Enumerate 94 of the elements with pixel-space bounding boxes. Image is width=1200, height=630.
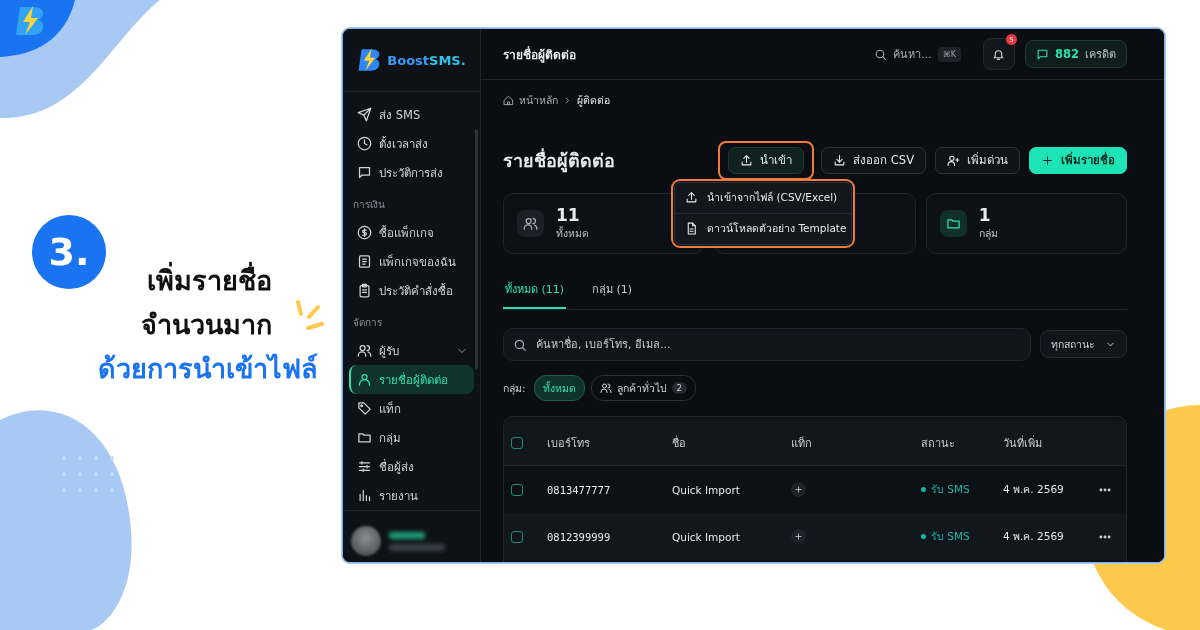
header-title: รายชื่อผู้ติดต่อ — [503, 45, 577, 64]
stat-label: กลุ่ม — [978, 225, 998, 242]
blurred-user-name — [389, 531, 445, 551]
chat-bubble-icon — [1036, 47, 1049, 61]
people-icon — [599, 382, 612, 394]
sidebar-item[interactable]: ซื้อแพ็กเกจ — [349, 218, 474, 247]
dollar-icon — [357, 225, 372, 240]
table-cell-text: 4 พ.ค. 2569 — [1003, 529, 1065, 544]
column-header: สถานะ — [921, 436, 956, 452]
tab[interactable]: ทั้งหมด (11) — [503, 280, 567, 309]
sidebar-item[interactable]: รายชื่อผู้ติดต่อ — [349, 365, 474, 394]
document-icon — [685, 222, 699, 235]
chat-bubble-icon — [357, 165, 372, 180]
sidebar-item[interactable]: ตั้งเวลาส่ง — [349, 129, 474, 158]
checkbox[interactable] — [511, 437, 523, 449]
table-cell-text: Quick Import — [672, 483, 741, 496]
add-contact-button[interactable]: เพิ่มรายชื่อ — [1029, 146, 1127, 174]
page-title: รายชื่อผู้ติดต่อ — [503, 147, 616, 175]
tag-icon — [357, 401, 372, 416]
folder-icon — [945, 216, 961, 231]
people-icon — [523, 216, 538, 231]
home-icon — [503, 95, 514, 106]
status-label: รับ SMS — [931, 482, 970, 497]
filter-label: กลุ่ม: — [503, 380, 526, 397]
checkbox[interactable] — [511, 530, 523, 543]
heading-line: จำนวนมาก — [141, 308, 272, 342]
group-chip[interactable]: ทั้งหมด — [533, 375, 585, 401]
search-icon — [874, 47, 888, 61]
dot-grid — [62, 456, 114, 492]
stat-value: 11 — [556, 205, 581, 225]
add-tag-button[interactable] — [791, 529, 806, 544]
table-cell-text: 0813477777 — [547, 483, 612, 496]
bell-icon — [992, 47, 1006, 61]
heading-line: เพิ่มรายชื่อ — [147, 259, 272, 303]
table-cell-text: Quick Import — [672, 530, 741, 543]
sidebar-item[interactable]: ชื่อผู้ส่ง — [349, 452, 474, 481]
sidebar-item[interactable]: กลุ่ม — [349, 423, 474, 452]
stat-value: 1 — [978, 205, 992, 225]
step-number: 3. — [32, 215, 106, 289]
menu-item[interactable]: นำเข้าจากไฟล์ (CSV/Excel) — [675, 182, 852, 213]
clipboard-icon — [357, 283, 372, 298]
section-title: จัดการ — [352, 316, 383, 330]
highlight-heading: ด้วยการนำเข้าไฟล์ — [98, 352, 318, 386]
folder-icon — [357, 430, 372, 445]
sidebar-item[interactable]: รายงาน — [349, 481, 474, 510]
sliders-icon — [357, 459, 372, 474]
checkbox[interactable] — [511, 483, 523, 496]
upload-icon — [685, 191, 699, 204]
add-tag-button[interactable] — [791, 482, 806, 497]
breadcrumb-current: ผู้ติดต่อ — [577, 93, 610, 109]
chevron-right-icon — [563, 96, 572, 105]
table-cell-text: 4 พ.ค. 2569 — [1003, 482, 1065, 497]
status-dropdown[interactable]: ทุกสถานะ — [1040, 330, 1127, 358]
send-icon — [357, 107, 372, 122]
sidebar-item[interactable]: แท็ก — [349, 394, 474, 423]
sidebar-item[interactable]: แพ็กเกจของฉัน — [349, 247, 474, 276]
column-header: ชื่อ — [672, 434, 687, 452]
tab[interactable]: กลุ่ม (1) — [590, 280, 635, 309]
person-icon — [357, 372, 372, 387]
plus-icon — [794, 485, 803, 494]
avatar[interactable] — [351, 526, 381, 556]
search-field[interactable]: ค้นหาชื่อ, เบอร์โทร, อีเมล... — [503, 328, 1031, 361]
breadcrumb-link[interactable]: หน้าหลัก — [519, 92, 558, 109]
export-button[interactable]: ส่งออก CSV — [821, 146, 926, 174]
group-chip[interactable]: ลูกค้าทั่วไป 2 — [590, 375, 696, 401]
add-person-icon — [947, 153, 960, 167]
stat-label: ทั้งหมด — [556, 225, 589, 241]
section-title: การเงิน — [352, 198, 386, 212]
upload-icon — [740, 153, 754, 167]
column-header: วันที่เพิ่ม — [1003, 434, 1043, 452]
column-header: แท็ก — [791, 435, 813, 452]
sidebar-item[interactable]: ส่ง SMS — [349, 100, 474, 129]
clock-icon — [357, 136, 372, 151]
status-label: รับ SMS — [931, 529, 970, 544]
import-button[interactable]: นำเข้า — [728, 146, 805, 174]
column-header: เบอร์โทร — [547, 436, 591, 452]
plus-icon — [794, 532, 803, 541]
table-cell-text: 0812399999 — [547, 530, 612, 543]
credit-badge[interactable]: 882 เครดิต — [1025, 40, 1127, 68]
plus-icon — [1041, 153, 1054, 167]
scrollbar[interactable] — [475, 129, 478, 369]
bar-chart-icon — [357, 488, 372, 503]
sidebar-item[interactable]: ประวัติคำสั่งซื้อ — [349, 276, 474, 305]
count-badge: 2 — [671, 382, 687, 394]
menu-item[interactable]: ดาวน์โหลดตัวอย่าง Template — [675, 212, 852, 244]
people-icon — [357, 343, 372, 358]
brand-name: BoostSMS. — [387, 52, 466, 68]
search-button[interactable]: ค้นหา... ⌘K — [874, 45, 961, 63]
quick-add-button[interactable]: เพิ่มด่วน — [935, 146, 1020, 174]
sidebar-item[interactable]: ประวัติการส่ง — [349, 158, 474, 187]
search-icon — [513, 338, 527, 352]
receipt-icon — [357, 254, 372, 269]
download-icon — [833, 153, 847, 167]
sidebar-item[interactable]: ผู้รับ — [349, 336, 474, 365]
